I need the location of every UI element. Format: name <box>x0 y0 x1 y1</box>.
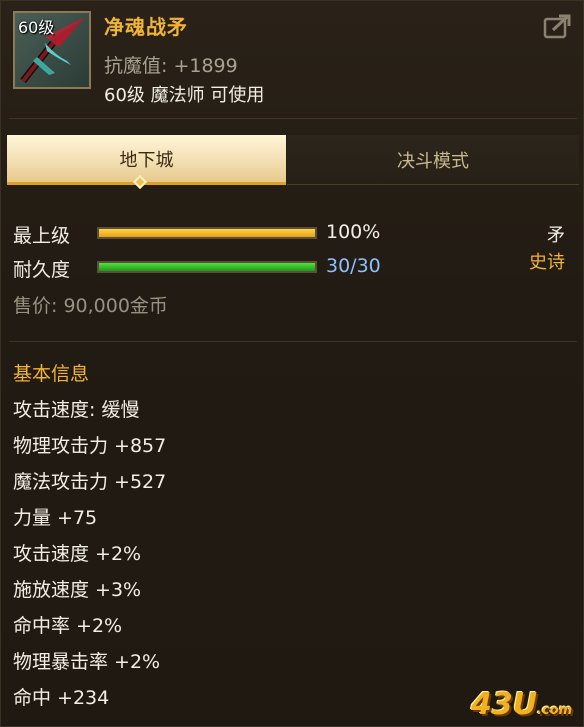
tab-duel-mode-label: 决斗模式 <box>397 150 469 172</box>
durability-bar <box>97 261 317 273</box>
watermark-main: 43U <box>471 687 538 722</box>
attribute-item: 物理暴击率 +2% <box>13 651 161 673</box>
attribute-item: 施放速度 +3% <box>13 579 142 601</box>
attribute-item: 魔法攻击力 +527 <box>13 471 167 493</box>
upgrade-label: 最上级 <box>13 225 71 247</box>
item-requirement: 60级 魔法师 可使用 <box>104 85 265 106</box>
attribute-list: 攻击速度: 缓慢 物理攻击力 +857 魔法攻击力 +527 力量 +75 攻击… <box>13 395 166 719</box>
upgrade-value: 100% <box>326 221 381 243</box>
durability-value: 30/30 <box>326 255 381 277</box>
item-tooltip-panel: 60级 净魂战矛 抗魔值: +1899 60级 魔法师 可使用 地下城 决斗模式… <box>0 0 584 727</box>
upgrade-bar-fill <box>99 229 315 237</box>
attribute-item: 攻击速度 +2% <box>13 543 142 565</box>
tab-dungeon[interactable]: 地下城 <box>7 135 286 185</box>
item-magic-resist: 抗魔值: +1899 <box>104 55 238 77</box>
mode-tabs: 地下城 决斗模式 <box>7 135 579 185</box>
tab-dungeon-label: 地下城 <box>119 149 174 171</box>
sale-price: 售价: 90,000金币 <box>13 295 168 317</box>
item-icon-frame[interactable]: 60级 <box>13 11 91 89</box>
durability-label: 耐久度 <box>13 259 71 281</box>
item-type: 矛 <box>547 225 565 246</box>
attribute-item: 命中 +234 <box>13 687 110 709</box>
attribute-item: 攻击速度: 缓慢 <box>13 399 140 421</box>
item-name: 净魂战矛 <box>104 15 188 39</box>
durability-bar-fill <box>99 263 315 271</box>
item-rarity: 史诗 <box>529 252 565 273</box>
attribute-item: 力量 +75 <box>13 507 98 529</box>
upgrade-bar <box>97 227 317 239</box>
basic-info-title: 基本信息 <box>13 363 90 385</box>
watermark-suffix: .com <box>537 703 573 718</box>
attribute-item: 物理攻击力 +857 <box>13 435 167 457</box>
site-watermark-logo: 43U.com <box>471 687 572 722</box>
attribute-item: 命中率 +2% <box>13 615 123 637</box>
price-divider <box>9 341 577 342</box>
header-divider <box>9 118 577 119</box>
share-icon[interactable] <box>542 13 572 41</box>
tab-duel-mode[interactable]: 决斗模式 <box>287 135 579 185</box>
item-level-badge: 60级 <box>18 18 55 37</box>
